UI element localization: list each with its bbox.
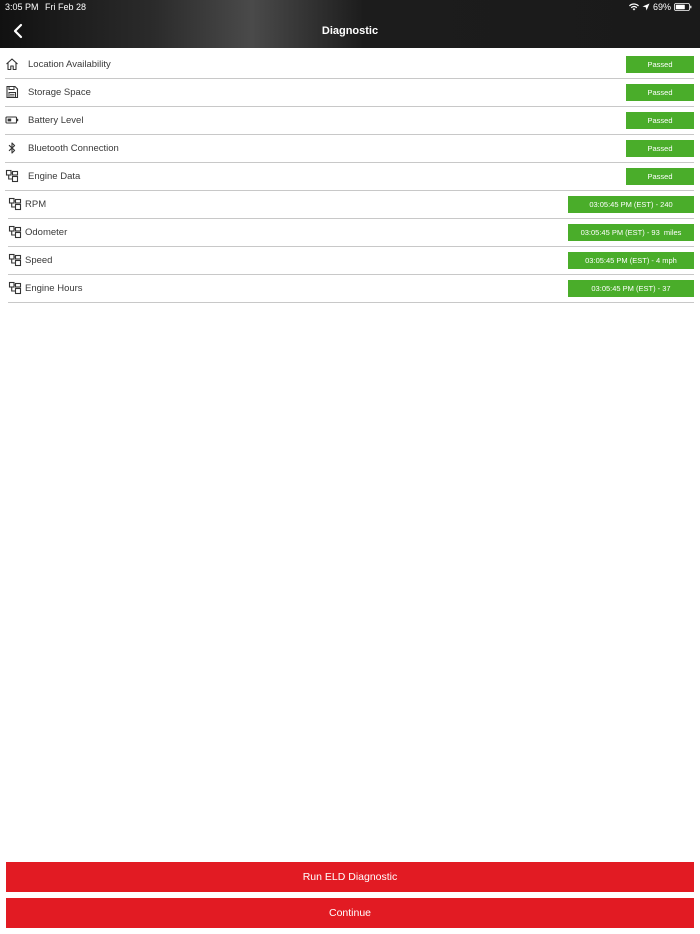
location-arrow-icon [642, 3, 650, 11]
check-label: Storage Space [28, 87, 91, 98]
engine-data-icon [8, 253, 22, 267]
status-badge: Passed [626, 84, 694, 101]
engine-row-speed: Speed 03:05:45 PM (EST) - 4 mph [8, 247, 694, 275]
check-label: Battery Level [28, 115, 84, 126]
bluetooth-icon [5, 141, 19, 155]
status-battery-icon [674, 3, 692, 11]
status-badge: Passed [626, 168, 694, 185]
home-icon [5, 57, 19, 71]
engine-value-badge: 03:05:45 PM (EST) - 240 [568, 196, 694, 213]
engine-label: Speed [25, 255, 53, 266]
check-row-storage: Storage Space Passed [5, 79, 694, 107]
engine-label: Engine Hours [25, 283, 83, 294]
check-row-battery: Battery Level Passed [5, 107, 694, 135]
engine-data-icon [8, 281, 22, 295]
engine-label: Odometer [25, 227, 68, 238]
check-row-engine-data: Engine Data Passed [5, 163, 694, 191]
status-bar: 3:05 PM Fri Feb 28 69% [0, 0, 700, 14]
check-label: Location Availability [28, 59, 111, 70]
continue-button[interactable]: Continue [6, 898, 694, 928]
status-right: 69% [628, 0, 692, 14]
check-label: Bluetooth Connection [28, 143, 119, 154]
engine-data-icon [8, 225, 22, 239]
engine-value-badge: 03:05:45 PM (EST) - 93 miles [568, 224, 694, 241]
battery-percent: 69% [652, 2, 671, 12]
check-label: Engine Data [28, 171, 81, 182]
engine-row-rpm: RPM 03:05:45 PM (EST) - 240 [8, 191, 694, 219]
engine-label: RPM [25, 199, 47, 210]
page-title: Diagnostic [321, 25, 379, 37]
status-badge: Passed [626, 112, 694, 129]
engine-row-engine-hours: Engine Hours 03:05:45 PM (EST) - 37 [8, 275, 694, 303]
wifi-icon [628, 3, 639, 11]
storage-icon [5, 85, 19, 99]
header: 3:05 PM Fri Feb 28 69% Diagnostic [0, 0, 700, 48]
engine-row-odometer: Odometer 03:05:45 PM (EST) - 93 miles [8, 219, 694, 247]
status-time: 3:05 PM [5, 2, 39, 12]
status-badge: Passed [626, 140, 694, 157]
engine-data-icon [8, 197, 22, 211]
run-eld-diagnostic-button[interactable]: Run ELD Diagnostic [6, 862, 694, 892]
battery-icon [5, 113, 19, 127]
check-row-location: Location Availability Passed [5, 51, 694, 79]
diagnostic-list: Location Availability Passed Storage Spa… [0, 51, 700, 303]
status-date: Fri Feb 28 [45, 2, 87, 12]
check-row-bluetooth: Bluetooth Connection Passed [5, 135, 694, 163]
engine-value-badge: 03:05:45 PM (EST) - 4 mph [568, 252, 694, 269]
engine-value-badge: 03:05:45 PM (EST) - 37 [568, 280, 694, 297]
status-badge: Passed [626, 56, 694, 73]
engine-data-icon [5, 169, 19, 183]
